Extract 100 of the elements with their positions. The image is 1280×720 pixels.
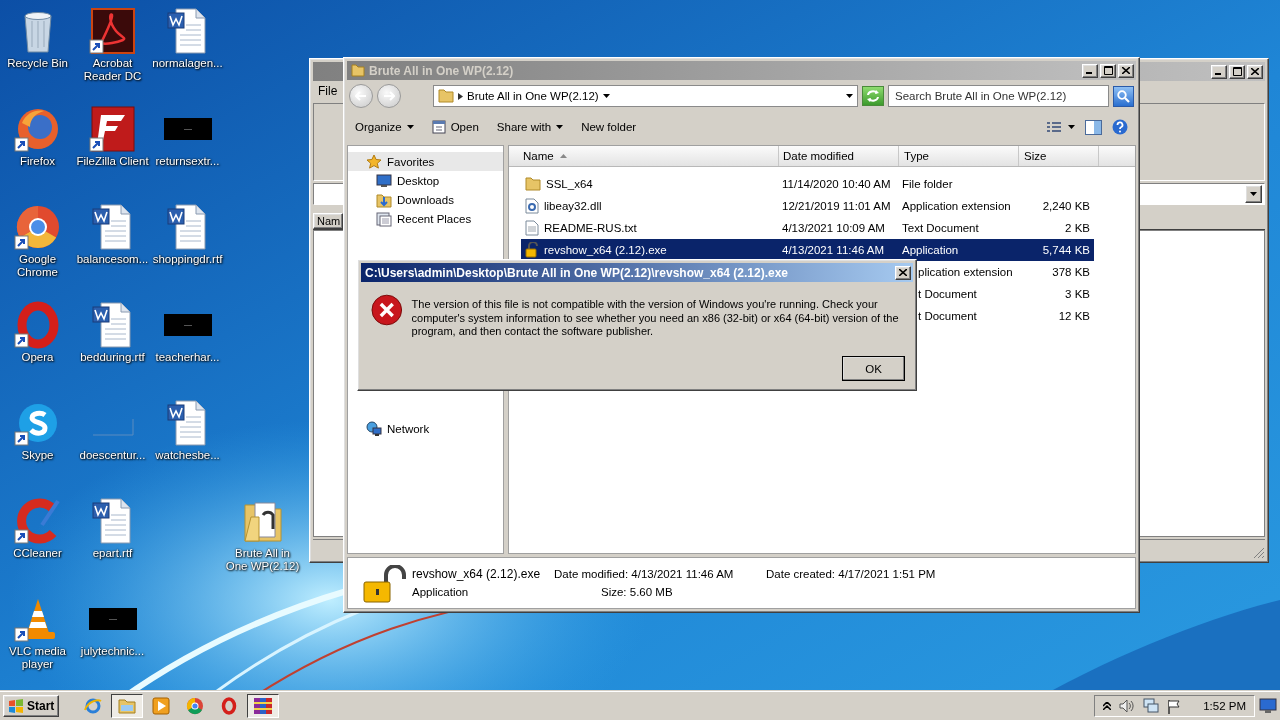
browser-icon — [84, 697, 103, 715]
maximize-button[interactable] — [1229, 64, 1245, 79]
app-icon[interactable] — [88, 105, 137, 153]
preview-pane-button[interactable] — [1083, 117, 1104, 137]
show-desktop-icon[interactable] — [1259, 698, 1277, 714]
minimize-button[interactable] — [1211, 64, 1227, 79]
cleaner-app-icon[interactable] — [13, 497, 62, 545]
caret-icon — [406, 125, 414, 129]
file-type: Text Document — [902, 222, 979, 234]
error-message: The version of this file is not compatible with the version of Windows you're running. Check your computer's system information to see whether you need an x86 (32-bit) or x64 (64-bit) version of the program, and then contact the software publisher. — [411, 298, 900, 339]
view-options-button[interactable] — [1044, 119, 1077, 135]
desktop-icon-label[interactable]: returnsextr... — [150, 155, 225, 168]
padlock-icon — [525, 242, 539, 258]
address-bar[interactable]: Brute All in One WP(2.12) — [433, 85, 858, 107]
folder-icon — [525, 177, 541, 191]
desktop-icon-label[interactable]: Acrobat Reader DC — [75, 57, 150, 83]
close-button[interactable] — [1118, 63, 1134, 78]
desktop-icon-label[interactable]: Skype — [0, 449, 75, 462]
column-header[interactable]: Size — [1019, 146, 1099, 166]
window-title: Brute All in One WP(2.12) — [369, 63, 515, 78]
nav-item[interactable]: Downloads — [348, 190, 503, 209]
file-type: plication extension — [918, 266, 1013, 278]
toolbar-button[interactable]: Organize — [349, 118, 420, 136]
maximize-icon — [1232, 67, 1242, 76]
file-name: SSL_x64 — [546, 178, 593, 190]
nav-item[interactable]: Desktop — [348, 171, 503, 190]
file-row[interactable]: libeay32.dll 12/21/2019 11:01 AM Application extension 2,240 KB — [521, 195, 1094, 217]
network-icon — [366, 420, 382, 437]
desktop-icon-label[interactable]: bedduring.rtf — [75, 351, 150, 364]
file-row[interactable]: SSL_x64 11/14/2020 10:40 AM File folder — [521, 173, 1094, 195]
list-view-icon — [1046, 121, 1062, 133]
toolbar-button[interactable]: New folder — [575, 118, 643, 136]
nav-item[interactable]: Network — [348, 419, 503, 438]
search-icon — [1117, 89, 1130, 103]
date-modified: 4/13/2021 11:46 AM — [782, 244, 885, 256]
back-button[interactable] — [349, 84, 373, 108]
date-modified: Date modified: 4/13/2021 11:46 AM — [554, 568, 735, 580]
monitor-icon — [376, 173, 392, 188]
search-button[interactable] — [1113, 85, 1134, 107]
toolbar-button[interactable]: Share with — [490, 118, 570, 136]
windows-logo-icon — [8, 699, 24, 713]
help-button[interactable] — [1110, 117, 1130, 137]
menu-item[interactable]: File — [318, 84, 338, 98]
column-header[interactable]: Type — [899, 146, 1019, 166]
dropdown-button[interactable] — [1245, 185, 1262, 203]
browser-icon[interactable] — [13, 203, 62, 251]
file-name: revshow_x64 (2.12).exe — [544, 244, 667, 256]
column-header[interactable]: Nam — [313, 213, 343, 229]
file-type: t Document — [918, 288, 977, 300]
desktop-icon-label[interactable]: balancesom... — [75, 253, 150, 266]
desktop-icon-label[interactable]: CCleaner — [0, 547, 75, 560]
nav-item[interactable]: Recent Places — [348, 209, 503, 228]
refresh-button[interactable] — [862, 86, 884, 106]
desktop-icon-label[interactable]: normalagen... — [150, 57, 225, 70]
desktop-icon-label[interactable]: shoppingdr.rtf — [150, 253, 225, 266]
ok-button[interactable]: OK — [842, 356, 905, 381]
start-button[interactable]: Start — [3, 695, 60, 717]
search-field[interactable]: Search Brute All in One WP(2.12) — [888, 85, 1109, 107]
network-icon[interactable] — [1143, 698, 1160, 714]
file-name: libeay32.dll — [544, 200, 602, 212]
file-size: 378 KB — [1052, 266, 1090, 278]
text-file-icon — [525, 220, 539, 236]
caret-icon — [602, 94, 610, 98]
speaker-icon[interactable] — [1119, 699, 1136, 713]
desktop-icon-label[interactable]: Recycle Bin — [0, 57, 75, 70]
desktop-icon-label[interactable]: Firefox — [0, 155, 75, 168]
error-icon — [371, 294, 403, 326]
pdf-reader-icon[interactable] — [88, 7, 137, 55]
close-button[interactable] — [1247, 64, 1263, 79]
desktop-icon-label[interactable]: watchesbe... — [150, 449, 225, 462]
clock[interactable]: 1:52 PM — [1203, 700, 1246, 712]
desktop-icon-label[interactable]: Opera — [0, 351, 75, 364]
date-modified: 4/13/2021 10:09 AM — [782, 222, 885, 234]
caret-icon — [846, 94, 853, 98]
close-button[interactable] — [895, 265, 911, 280]
nav-item[interactable]: Favorites — [348, 152, 503, 171]
desktop-icon-label[interactable]: FileZilla Client — [75, 155, 150, 168]
gear-file-icon — [525, 198, 539, 214]
flag-icon[interactable] — [1167, 698, 1182, 714]
file-size: 2,240 KB — [1042, 200, 1090, 212]
toolbar-button[interactable]: Open — [425, 117, 485, 137]
file-type: t Document — [918, 310, 977, 322]
column-header[interactable]: Date modified — [779, 146, 899, 166]
chevron-icon — [458, 92, 463, 100]
breadcrumb[interactable]: Brute All in One WP(2.12) — [467, 90, 599, 102]
desktop-icon-label[interactable]: VLC media player — [0, 645, 75, 671]
maximize-button[interactable] — [1100, 63, 1116, 78]
column-header[interactable]: Name — [509, 146, 779, 166]
desktop-icon-label[interactable]: Google Chrome — [0, 253, 75, 279]
minimize-button[interactable] — [1082, 63, 1098, 78]
desktop-icon-label[interactable]: doescentur... — [75, 449, 150, 462]
file-name: revshow_x64 (2.12).exe — [412, 567, 542, 581]
desktop-icon-label[interactable]: teacherhar... — [150, 351, 225, 364]
taskbar-button[interactable] — [111, 694, 144, 718]
file-row[interactable]: README-RUS.txt 4/13/2021 10:09 AM Text Document 2 KB — [521, 217, 1094, 239]
caret-icon — [1250, 192, 1257, 196]
taskbar-button[interactable] — [247, 694, 280, 718]
caret-up-icon[interactable] — [1103, 702, 1112, 710]
file-row[interactable]: revshow_x64 (2.12).exe 4/13/2021 11:46 AM Application 5,744 KB — [521, 239, 1094, 261]
forward-button[interactable] — [377, 84, 401, 108]
